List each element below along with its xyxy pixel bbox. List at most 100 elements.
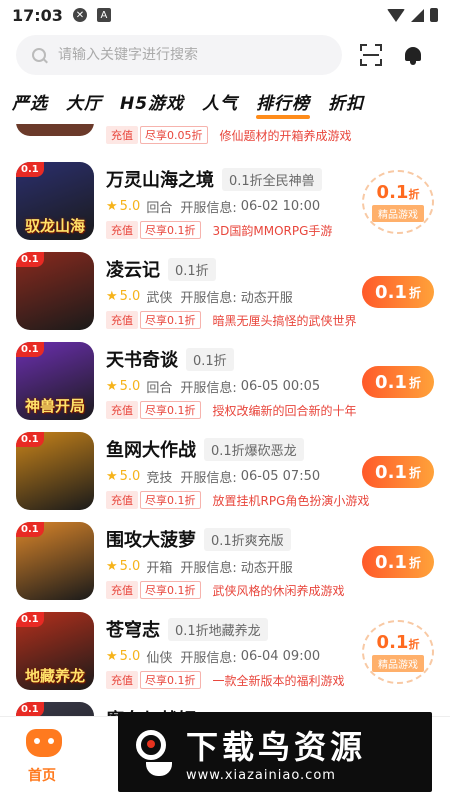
open-info: 06-02 10:00 <box>240 199 321 214</box>
game-row[interactable]: 0.1 围攻大菠萝 0.1折爽充版 ★ 5.0 开箱 开服信息: 动态开服充值 尽享0.1折 武侠… <box>0 522 450 612</box>
game-name: 凌云记 <box>106 260 160 281</box>
promo-discount: 尽享0.1折 <box>140 401 201 419</box>
promo-row: 充值 尽享0.1折 一款全新版本的福利游戏 <box>106 671 345 689</box>
list-item-partial[interactable]: 充值 尽享0.05折 修仙题材的开箱养成游戏 <box>0 124 450 148</box>
game-thumbnail: 0.1 神兽开局 <box>16 342 94 420</box>
scan-icon[interactable] <box>360 44 382 66</box>
discount-button[interactable]: 0.1 折 <box>362 276 434 308</box>
discount-unit: 折 <box>408 285 421 300</box>
game-row[interactable]: 0.1 凌云记 0.1折 ★ 5.0 武侠 开服信息: 动态开服 充值 尽享0.1折 暗黑无厘头搞怪… <box>0 252 450 342</box>
status-time: 17:03 <box>12 5 63 25</box>
game-tag: 0.1折爽充版 <box>204 527 291 551</box>
name-row: 苍穹志 0.1折地藏养龙 <box>106 616 268 642</box>
discount-button[interactable]: 0.1 折 <box>362 456 434 488</box>
open-info: 动态开服 <box>240 561 293 576</box>
game-tag: 0.1折地藏养龙 <box>168 617 268 641</box>
open-info: 06-05 07:50 <box>240 469 321 484</box>
tab-dating[interactable]: 大厅 <box>66 89 102 114</box>
meta-row: ★ 5.0 竞技 开服信息: 06-05 07:50 <box>106 467 320 486</box>
tab-ranking[interactable]: 排行榜 <box>256 89 311 119</box>
tab-renqi[interactable]: 人气 <box>202 89 238 114</box>
watermark-url: www.xiazainiao.com <box>186 767 336 783</box>
game-description: 3D国韵MMORPG手游 <box>212 223 333 238</box>
bell-icon[interactable] <box>404 45 422 65</box>
promo-discount: 尽享0.1折 <box>140 491 201 509</box>
search-input[interactable] <box>58 47 298 63</box>
meta-row: ★ 5.0 武侠 开服信息: 动态开服 <box>106 287 293 306</box>
thumb-discount-badge: 0.1 <box>16 342 44 357</box>
star-icon: ★ <box>106 379 118 394</box>
promo-row: 充值 尽享0.05折 修仙题材的开箱养成游戏 <box>106 126 352 144</box>
open-label: 开服信息: <box>180 471 237 486</box>
meta-row: ★ 5.0 回合 开服信息: 06-02 10:00 <box>106 197 320 216</box>
tab-h5[interactable]: H5游戏 <box>120 89 184 114</box>
discount-unit: 折 <box>408 555 421 570</box>
open-label: 开服信息: <box>180 201 237 216</box>
promo-discount: 尽享0.1折 <box>140 221 201 239</box>
game-name: 鱼网大作战 <box>106 440 196 461</box>
game-genre: 仙侠 <box>146 651 173 666</box>
promo-recharge: 充值 <box>106 221 138 239</box>
promo-row: 充值 尽享0.1折 3D国韵MMORPG手游 <box>106 221 332 239</box>
star-icon: ★ <box>106 199 118 214</box>
game-rating: 5.0 <box>119 559 141 574</box>
game-description: 暗黑无厘头搞怪的武侠世界 <box>212 313 357 328</box>
star-icon: ★ <box>106 559 118 574</box>
promo-recharge: 充值 <box>106 311 138 329</box>
promo-recharge: 充值 <box>106 126 138 144</box>
notification-x-icon: ✕ <box>72 8 87 22</box>
meta-row: ★ 5.0 开箱 开服信息: 动态开服 <box>106 557 293 576</box>
game-row[interactable]: 0.1 鱼网大作战 0.1折爆砍恶龙 ★ 5.0 竞技 开服信息: 06-05 07:50 充值… <box>0 432 450 522</box>
name-row: 围攻大菠萝 0.1折爽充版 <box>106 526 291 552</box>
tab-discount[interactable]: 折扣 <box>328 89 364 114</box>
promo-discount: 尽享0.05折 <box>140 126 208 144</box>
thumb-caption: 地藏养龙 <box>24 667 85 685</box>
promo-row: 充值 尽享0.1折 武侠风格的休闲养成游戏 <box>106 581 345 599</box>
thumb-discount-badge: 0.1 <box>16 162 44 177</box>
game-tag: 0.1折 <box>168 257 216 281</box>
thumb-discount-badge: 0.1 <box>16 612 44 627</box>
promo-row: 充值 尽享0.1折 授权改编新的回合新的十年 <box>106 401 357 419</box>
promo-discount: 尽享0.1折 <box>140 671 201 689</box>
open-info: 06-05 00:05 <box>240 379 321 394</box>
premium-seal[interactable]: 0.1折 精品游戏 <box>362 170 434 234</box>
game-rating: 5.0 <box>119 289 141 304</box>
discount-unit: 折 <box>408 188 420 201</box>
promo-row: 充值 尽享0.1折 放置挂机RPG角色扮演小游戏 <box>106 491 369 509</box>
open-info: 06-04 09:00 <box>240 649 321 664</box>
game-description: 一款全新版本的福利游戏 <box>212 673 345 688</box>
search-box[interactable] <box>16 35 342 75</box>
premium-seal[interactable]: 0.1折 精品游戏 <box>362 620 434 684</box>
game-tag: 0.1折 <box>186 347 234 371</box>
discount-value: 0.1 <box>376 182 409 203</box>
discount-button[interactable]: 0.1 折 <box>362 366 434 398</box>
discount-value: 0.1 <box>376 632 409 653</box>
tab-yanxuan[interactable]: 严选 <box>12 89 48 114</box>
game-row[interactable]: 0.1 神兽开局 天书奇谈 0.1折 ★ 5.0 回合 开服信息: 06-05 00:05 充值尽… <box>0 342 450 432</box>
game-genre: 武侠 <box>146 291 173 306</box>
promo-row: 充值 尽享0.1折 暗黑无厘头搞怪的武侠世界 <box>106 311 357 329</box>
gamepad-icon[interactable] <box>26 729 62 757</box>
discount-unit: 折 <box>408 375 421 390</box>
game-thumbnail: 0.1 <box>16 522 94 600</box>
game-name: 万灵山海之境 <box>106 170 214 191</box>
premium-label: 精品游戏 <box>372 655 424 672</box>
signal-icon <box>411 8 424 22</box>
game-row[interactable]: 0.1 地藏养龙 苍穹志 0.1折地藏养龙 ★ 5.0 仙侠 开服信息: 06-04 09:00… <box>0 612 450 702</box>
game-name: 苍穹志 <box>106 620 160 641</box>
game-list: 充值 尽享0.05折 修仙题材的开箱养成游戏 0.1 驭龙山海 万灵山海之境 0.1折… <box>0 124 450 720</box>
star-icon: ★ <box>106 469 118 484</box>
meta-row: ★ 5.0 回合 开服信息: 06-05 00:05 <box>106 377 320 396</box>
notification-a-icon: A <box>96 8 111 22</box>
game-genre: 竞技 <box>146 471 173 486</box>
watermark-bird-logo <box>132 724 176 780</box>
game-genre: 回合 <box>146 381 173 396</box>
thumb-caption: 驭龙山海 <box>24 217 85 235</box>
game-description: 修仙题材的开箱养成游戏 <box>219 128 352 143</box>
game-row[interactable]: 0.1 驭龙山海 万灵山海之境 0.1折全民神兽 ★ 5.0 回合 开服信息: 06-02 10… <box>0 162 450 252</box>
nav-home-label[interactable]: 首页 <box>28 765 56 785</box>
discount-button[interactable]: 0.1 折 <box>362 546 434 578</box>
discount-value: 0.1 <box>375 461 407 483</box>
watermark: 下载鸟资源 www.xiazainiao.com <box>118 712 432 792</box>
game-tag: 0.1折全民神兽 <box>222 167 322 191</box>
